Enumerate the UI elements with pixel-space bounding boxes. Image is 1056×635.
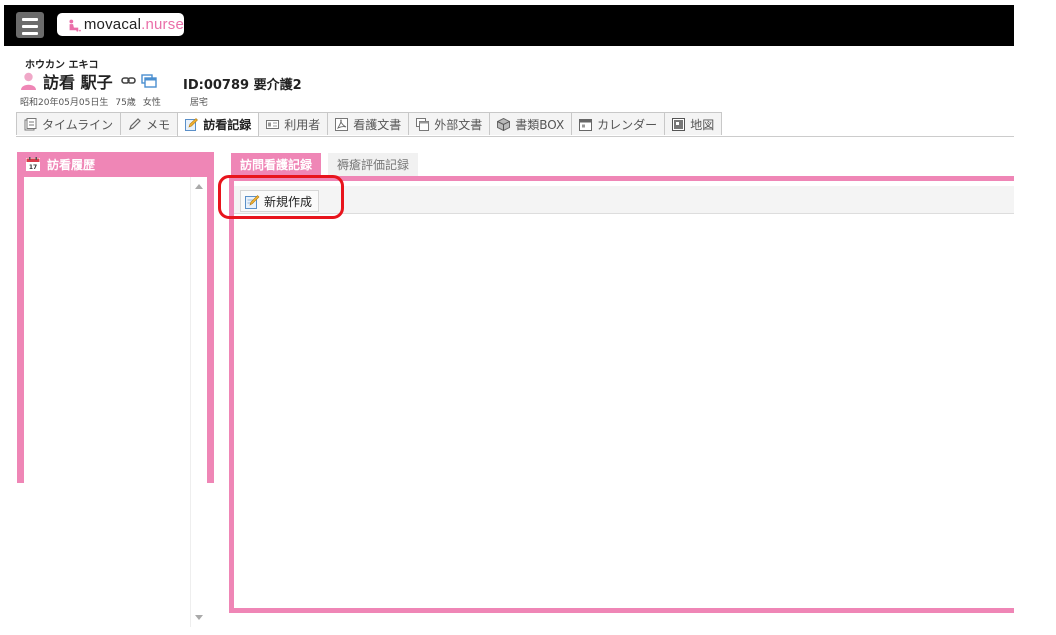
tab-label: タイムライン <box>42 117 114 132</box>
patient-name-row: 訪看 駅子 <box>20 71 161 92</box>
patient-gender: 女性 <box>142 98 161 108</box>
tab-home-nursing-record[interactable]: 訪問看護記録 <box>231 153 322 176</box>
patient-residence: 居宅 <box>189 98 208 108</box>
hamburger-menu-button[interactable] <box>16 12 44 38</box>
tab-label: 訪看記録 <box>203 118 252 132</box>
tab-label: 書類BOX <box>515 117 565 132</box>
visit-history-title: 訪看履歴 <box>47 157 96 172</box>
logo-main-text: movacal <box>83 16 142 33</box>
calendar-icon: 17 <box>26 157 40 171</box>
tab-label: 外部文書 <box>434 117 483 132</box>
patient-name: 訪看 駅子 <box>43 73 113 92</box>
map-icon <box>672 117 686 131</box>
tab-label: 利用者 <box>284 117 321 132</box>
person-icon <box>21 72 36 90</box>
window-icon[interactable] <box>140 74 157 88</box>
tab-nursing-docs[interactable]: 看護文書 <box>327 112 410 135</box>
tab-label: カレンダー <box>597 117 658 132</box>
app-logo[interactable]: movacal.nurse <box>57 13 184 36</box>
patient-id: ID:00789 要介護2 <box>183 78 302 93</box>
scroll-down-arrow-icon[interactable] <box>195 615 203 620</box>
tab-memo[interactable]: メモ <box>120 112 179 135</box>
pencil-icon <box>129 117 142 130</box>
scroll-up-arrow-icon[interactable] <box>195 184 203 189</box>
visit-history-list[interactable] <box>24 177 207 627</box>
link-icon[interactable] <box>120 74 137 88</box>
tab-map[interactable]: 地図 <box>664 112 723 135</box>
patient-age: 75歳 <box>115 98 136 108</box>
timeline-icon <box>24 117 37 130</box>
main-tab-bar: タイムライン メモ 訪看記録 利用者 看護文書 外部文書 書類BOX カレンダー… <box>16 112 723 136</box>
visit-history-panel: 17 訪看履歴 <box>17 152 214 627</box>
pdf-icon <box>335 117 349 131</box>
record-content-panel: 新規作成 <box>229 176 1014 613</box>
window-icon <box>416 117 430 131</box>
tab-label: 地図 <box>690 117 715 132</box>
record-toolbar: 新規作成 <box>234 186 1014 214</box>
tab-external-docs[interactable]: 外部文書 <box>408 112 491 135</box>
calendar-icon <box>579 118 593 131</box>
visit-history-header: 17 訪看履歴 <box>17 152 214 176</box>
top-bar: movacal.nurse <box>4 5 1014 46</box>
user-card-icon <box>266 119 280 129</box>
highlight-annotation <box>218 175 344 219</box>
box-icon <box>497 117 511 131</box>
tab-bar-divider <box>16 136 1014 137</box>
tab-label: 看護文書 <box>353 117 402 132</box>
logo-sub-text: .nurse <box>141 16 184 33</box>
tab-timeline[interactable]: タイムライン <box>16 112 122 135</box>
tab-pressure-ulcer-record[interactable]: 褥瘡評価記録 <box>328 153 419 176</box>
patient-info: 昭和20年05月05日生 75歳 女性 居宅 <box>20 95 215 108</box>
patient-birthdate: 昭和20年05月05日生 <box>20 98 109 108</box>
tab-document-box[interactable]: 書類BOX <box>489 112 573 135</box>
tab-calendar[interactable]: カレンダー <box>571 112 666 135</box>
visit-history-scrollbar[interactable] <box>190 177 207 627</box>
tab-label: メモ <box>146 117 171 132</box>
note-edit-icon <box>185 118 199 131</box>
logo-icon <box>69 19 81 32</box>
tab-user[interactable]: 利用者 <box>258 112 329 135</box>
tab-visit-record[interactable]: 訪看記録 <box>177 112 260 136</box>
svg-text:17: 17 <box>29 164 37 171</box>
